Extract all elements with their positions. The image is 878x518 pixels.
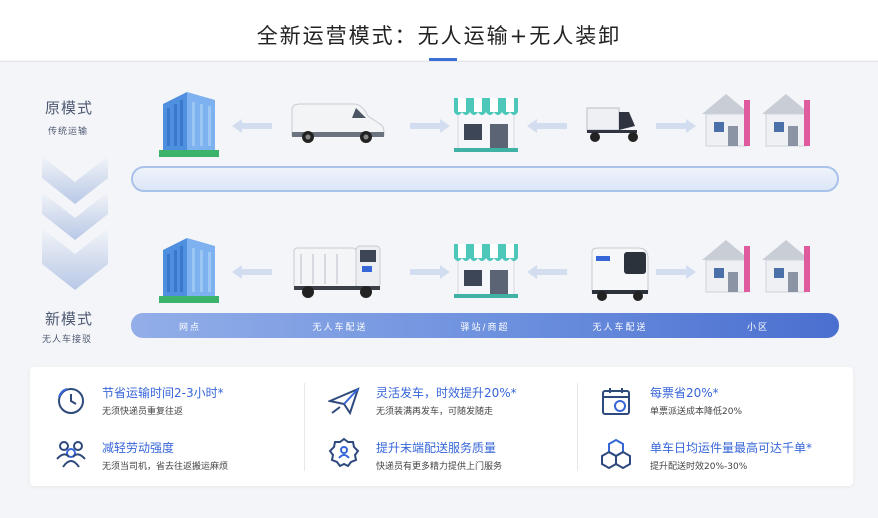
store-icon (454, 98, 518, 152)
tricycle-icon (586, 107, 638, 142)
quality-badge-icon (328, 437, 360, 468)
new-mode-label: 新模式 (45, 310, 94, 328)
arrow-right-icon (656, 265, 696, 279)
arrow-right-icon (410, 265, 450, 279)
divider (577, 383, 578, 471)
people-icon (56, 441, 86, 468)
calendar-money-icon (602, 388, 630, 415)
bar-label-community: 小区 (746, 323, 769, 333)
van-icon (291, 103, 385, 143)
depot-building-icon (159, 92, 219, 157)
arrow-left-icon (232, 119, 272, 133)
paper-plane-icon (328, 387, 360, 416)
page-title: 全新运营模式：无人运输+无人装卸 (256, 24, 622, 48)
old-mode-label: 原模式 (45, 99, 94, 117)
divider (304, 383, 305, 471)
feature-title: 单车日均运件量最高可达千单* (650, 441, 813, 455)
feature-title: 每票省20%* (650, 386, 719, 400)
page: 全新运营模式：无人运输+无人装卸 原模式 传统运输 新模式 无人车接驳 网点 无… (0, 0, 878, 518)
autonomous-delivery-vehicle-icon (591, 247, 649, 301)
down-chevrons-icon (42, 156, 108, 290)
arrow-left-icon (232, 265, 272, 279)
bar-label-unmanned-delivery: 无人车配送 (312, 323, 368, 333)
arrow-left-icon (527, 265, 567, 279)
feature-desc: 提升配送时效20%-30% (650, 462, 748, 472)
title-divider (0, 61, 878, 62)
bar-label-depot: 网点 (178, 323, 201, 333)
feature-desc: 无须装满再发车，可随发随走 (376, 407, 494, 417)
residential-houses-icon (702, 94, 810, 147)
arrow-left-icon (527, 119, 567, 133)
arrow-right-icon (410, 119, 450, 133)
bar-label-unmanned-delivery-2: 无人车配送 (592, 323, 648, 333)
feature-title: 减轻劳动强度 (102, 441, 175, 455)
feature-title: 提升末端配送服务质量 (376, 441, 497, 455)
cubes-icon (601, 438, 631, 469)
clock-icon (58, 388, 84, 414)
feature-title: 节省运输时间2-3小时* (102, 386, 224, 400)
feature-desc: 无须快递员重复往返 (102, 407, 184, 417)
residential-houses-icon (702, 240, 810, 293)
old-mode-sub: 传统运输 (48, 127, 89, 137)
bar-label-station: 驿站/商超 (460, 323, 510, 333)
feature-title: 灵活发车，时效提升20%* (376, 386, 517, 400)
feature-desc: 快递员有更多精力提供上门服务 (376, 462, 503, 472)
store-icon (454, 244, 518, 298)
old-mode-route-bar (131, 166, 839, 192)
autonomous-truck-icon (293, 245, 381, 298)
new-mode-sub: 无人车接驳 (42, 335, 93, 345)
arrow-right-icon (656, 119, 696, 133)
feature-desc: 单票派送成本降低20% (650, 407, 743, 417)
depot-building-icon (159, 238, 219, 303)
feature-desc: 无须当司机，省去往返搬运麻烦 (102, 462, 229, 472)
